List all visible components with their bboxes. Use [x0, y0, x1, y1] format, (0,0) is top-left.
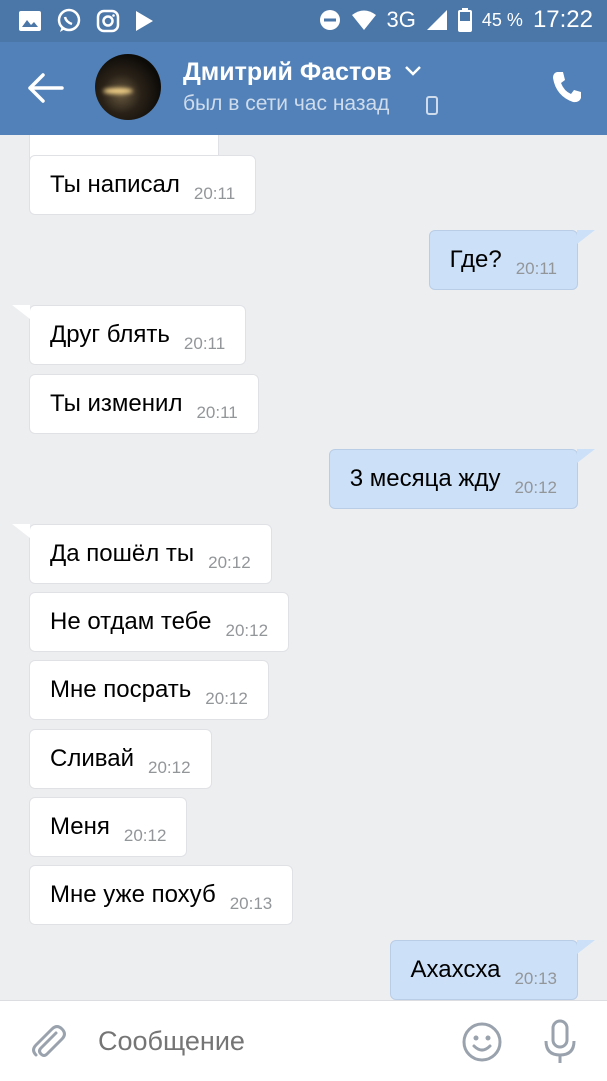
message-time: 20:12 [147, 758, 191, 777]
bubble-tail [577, 940, 595, 954]
notification-icons [18, 8, 154, 34]
message-text: Сливай [50, 745, 134, 772]
network-type: 3G [386, 7, 416, 32]
message-text: Ты написал [50, 171, 180, 198]
message-bubble-outgoing[interactable]: Ахахсха 20:13 [389, 940, 578, 1000]
message-time: 20:12 [205, 689, 248, 708]
message-text: Ты изменил [50, 390, 183, 417]
message-bubble-incoming[interactable]: Не отдам тебе 20:12 [29, 592, 290, 652]
bubble-tail [12, 524, 30, 538]
mobile-device-icon [426, 96, 438, 115]
message-bubble-incoming[interactable]: Да пошёл ты 20:12 [29, 524, 272, 584]
message-time: 20:13 [514, 969, 557, 988]
message-time: 20:12 [225, 621, 269, 640]
message-text: Мне уже похуб [50, 881, 216, 908]
message-time: 20:11 [515, 259, 557, 278]
message-time: 20:11 [193, 184, 236, 203]
message-text: Мне посрать [50, 676, 192, 703]
whatsapp-icon [57, 8, 81, 32]
bubble-tail [577, 230, 595, 244]
avatar[interactable] [95, 54, 161, 120]
message-bubble-incoming[interactable]: Мне посрать 20:12 [29, 660, 269, 720]
contact-name[interactable]: Дмитрий Фастов [183, 58, 392, 87]
wifi-icon [351, 10, 376, 30]
message-bubble-outgoing[interactable]: Где? 20:11 [428, 230, 578, 290]
instagram-icon [96, 9, 120, 33]
play-store-icon [136, 11, 153, 31]
emoji-icon[interactable] [461, 1021, 503, 1063]
chevron-down-icon[interactable] [404, 64, 422, 78]
back-arrow-icon[interactable] [26, 70, 66, 106]
message-text: Не отдам тебе [50, 608, 212, 635]
message-composer [0, 1000, 607, 1081]
message-bubble-incoming[interactable]: Сливай 20:12 [29, 729, 212, 789]
signal-icon [426, 10, 447, 30]
bubble-tail [577, 449, 595, 463]
message-bubble-outgoing[interactable]: 3 месяца жду 20:12 [328, 449, 578, 509]
message-time: 20:12 [208, 553, 251, 572]
battery-percent: 45 % [481, 9, 523, 30]
bubble-tail [12, 305, 30, 319]
phone-call-icon[interactable] [551, 70, 583, 104]
message-text: Меня [50, 813, 110, 840]
message-text: Ахахсха [410, 956, 501, 983]
contact-status: был в сети час назад [183, 92, 390, 115]
microphone-icon[interactable] [542, 1019, 578, 1065]
clock: 17:22 [532, 6, 593, 33]
message-time: 20:12 [514, 478, 557, 497]
message-time: 20:13 [229, 894, 273, 913]
message-text: 3 месяца жду [349, 465, 501, 492]
gallery-icon [19, 11, 41, 31]
message-input[interactable] [96, 1025, 420, 1058]
message-bubble-incoming[interactable]: Ты изменил 20:11 [29, 374, 259, 434]
battery-icon [457, 8, 472, 32]
message-list[interactable]: Ты написал 20:11 Где? 20:11 Друг блять 2… [0, 135, 607, 1000]
message-time: 20:11 [183, 334, 226, 353]
message-time: 20:12 [123, 826, 167, 845]
dnd-icon [319, 10, 340, 30]
message-bubble-incoming[interactable]: Меня 20:12 [29, 797, 188, 857]
message-text: Друг блять [50, 321, 170, 348]
message-bubble-incoming[interactable]: Мне уже похуб 20:13 [29, 865, 294, 925]
message-text: Где? [449, 246, 502, 273]
message-text: Да пошёл ты [50, 540, 195, 567]
chat-header: Дмитрий Фастов был в сети час назад [0, 42, 607, 135]
status-bar: 3G 45 % 17:22 [0, 0, 607, 42]
paperclip-icon[interactable] [28, 1021, 68, 1061]
message-time: 20:11 [196, 403, 238, 422]
message-bubble-incoming[interactable]: Ты написал 20:11 [29, 155, 257, 215]
message-bubble-incoming[interactable]: Друг блять 20:11 [29, 305, 247, 365]
